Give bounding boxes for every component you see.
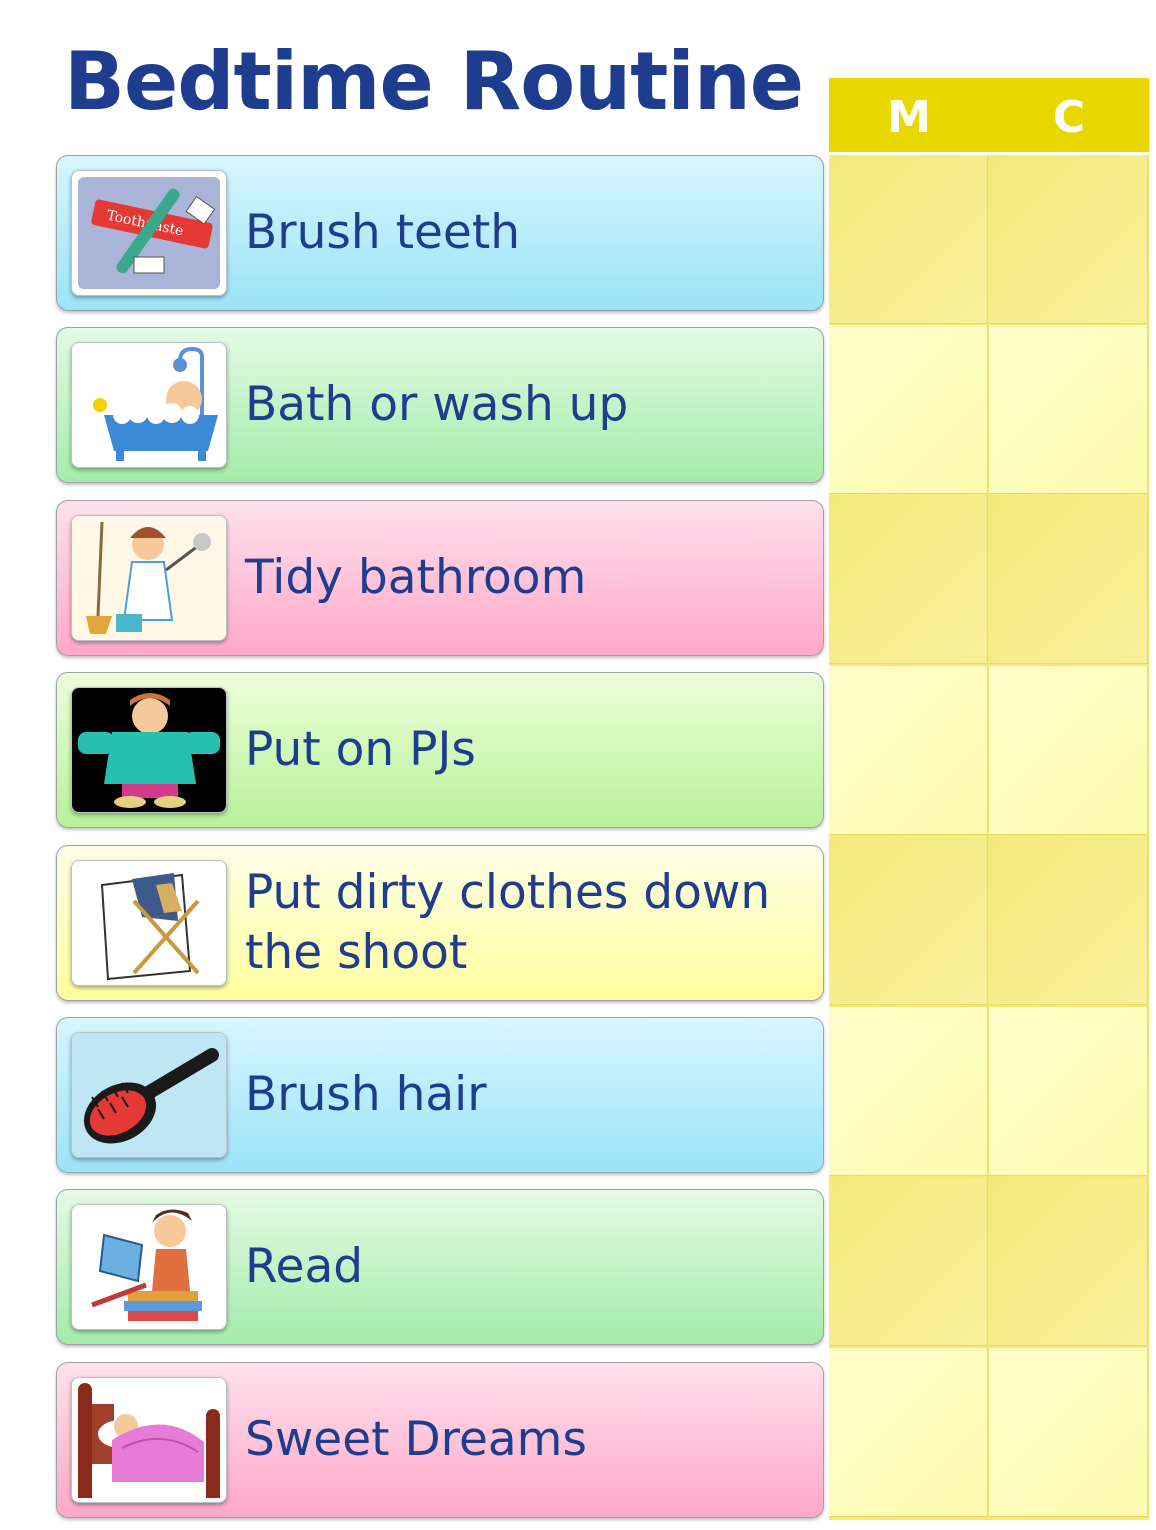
tracker-cell[interactable]	[989, 1348, 1148, 1517]
task-label: Sweet Dreams	[245, 1412, 587, 1467]
tracker-cell[interactable]	[829, 325, 988, 494]
tracker-cell[interactable]	[829, 666, 988, 835]
task-row-read[interactable]: Read	[56, 1189, 824, 1345]
task-row-brush-hair[interactable]: Brush hair	[56, 1017, 824, 1173]
tracker-cell[interactable]	[829, 836, 988, 1005]
tracker-cell[interactable]	[829, 1348, 988, 1517]
task-label: Read	[245, 1239, 364, 1294]
column-header-c: C	[1052, 92, 1086, 143]
page-title: Bedtime Routine	[64, 35, 804, 128]
pajamas-icon	[71, 687, 227, 813]
task-label: Put on PJs	[245, 722, 476, 777]
task-row-sweet-dreams[interactable]: Sweet Dreams	[56, 1362, 824, 1518]
tracker-cell[interactable]	[829, 1007, 988, 1176]
laundry-hamper-icon	[71, 860, 227, 986]
tracker-header: M C	[829, 78, 1149, 155]
task-row-tidy-bathroom[interactable]: Tidy bathroom	[56, 500, 824, 656]
tracker-cell[interactable]	[829, 495, 988, 664]
cleaning-icon	[71, 515, 227, 641]
task-row-brush-teeth[interactable]: Toothpaste Brush teeth	[56, 155, 824, 311]
tracker-cell[interactable]	[829, 155, 988, 324]
tracker-cell[interactable]	[989, 666, 1148, 835]
tracker-grid: M C	[829, 78, 1149, 1520]
task-row-pjs[interactable]: Put on PJs	[56, 672, 824, 828]
tracker-cell[interactable]	[829, 1177, 988, 1346]
tracker-cell[interactable]	[989, 1177, 1148, 1346]
task-row-bath[interactable]: Bath or wash up	[56, 327, 824, 483]
tracker-cell[interactable]	[989, 495, 1148, 664]
task-row-dirty-clothes[interactable]: Put dirty clothes down the shoot	[56, 845, 824, 1001]
tracker-cell[interactable]	[989, 1007, 1148, 1176]
tracker-cell[interactable]	[989, 836, 1148, 1005]
tracker-cell[interactable]	[989, 325, 1148, 494]
tracker-cell[interactable]	[989, 155, 1148, 324]
task-label: Bath or wash up	[245, 377, 629, 432]
column-header-m: M	[887, 92, 931, 143]
task-label: Put dirty clothes down the shoot	[245, 865, 771, 980]
toothbrush-icon: Toothpaste	[71, 170, 227, 296]
bed-icon	[71, 1377, 227, 1503]
reading-icon	[71, 1204, 227, 1330]
bathtub-icon	[71, 342, 227, 468]
hairbrush-icon	[71, 1032, 227, 1158]
task-label: Brush hair	[245, 1067, 487, 1122]
task-label: Brush teeth	[245, 205, 521, 260]
task-label: Tidy bathroom	[245, 550, 587, 605]
